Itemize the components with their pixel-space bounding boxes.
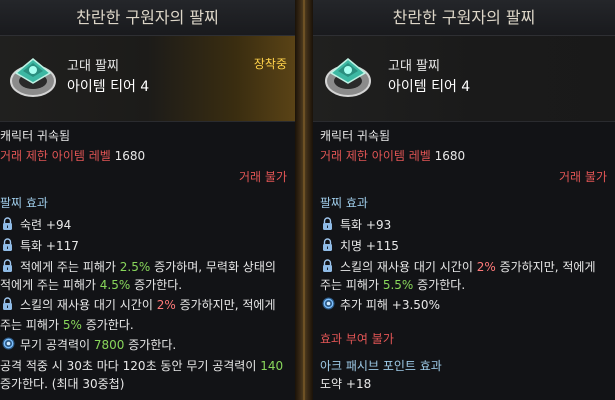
lock-icon <box>322 259 333 272</box>
effect-line: 치명 +115 <box>340 239 399 253</box>
effect-line: 무기 공격력이 7800 증가한다. <box>20 336 176 353</box>
effect-text: 증가한다. <box>130 278 183 292</box>
effect-line-continued: 주는 피해가 5.5% 증가한다. <box>320 276 465 293</box>
lock-icon <box>2 259 13 272</box>
effect-value: 2% <box>156 298 176 312</box>
effect-line-continued: 적에게 주는 피해가 4.5% 증가한다. <box>0 276 182 293</box>
effect-text: 적에게 주는 피해가 <box>0 278 100 292</box>
item-grade: 고대 팔찌 <box>67 59 119 74</box>
item-tier: 아이템 티어 4 <box>67 79 150 95</box>
lock-icon <box>2 217 13 230</box>
effect-value: 2.5% <box>119 260 151 274</box>
effect-line: 특화 +93 <box>340 218 392 232</box>
effect-text: 증가한다. <box>413 278 466 292</box>
gem-icon <box>2 337 15 350</box>
effect-value: 5.5% <box>382 278 414 292</box>
bracelet-icon <box>6 47 61 102</box>
effect-text: 주는 피해가 <box>320 278 383 292</box>
effect-text: 주는 피해가 <box>0 318 63 332</box>
item-title: 찬란한 구원자의 팔찌 <box>0 0 295 36</box>
effect-value: 4.5% <box>99 278 131 292</box>
effect-text: 증가하지만, 적에게 <box>175 298 276 312</box>
lock-icon <box>2 238 13 251</box>
trade-status: 거래 불가 <box>559 170 607 184</box>
effect-text: 무기 공격력이 <box>20 338 94 352</box>
trade-status: 거래 불가 <box>239 170 287 184</box>
effect-value: 140 <box>260 359 284 373</box>
effect-line: 적에게 주는 피해가 2.5% 증가하며, 무력화 상태의 <box>20 258 276 275</box>
lock-icon <box>322 217 333 230</box>
panel-divider-line <box>303 0 305 400</box>
effect-text: 증가한다. <box>124 338 177 352</box>
item-summary: 고대 팔찌 아이템 티어 4 장착중 <box>0 36 295 122</box>
section-bracelet-effect: 팔찌 효과 <box>320 196 368 210</box>
effect-text: 공격 적중 시 30초 마다 120초 동안 무기 공격력이 <box>0 359 261 373</box>
item-summary: 고대 팔찌 아이템 티어 4 <box>313 36 615 122</box>
effect-value: 2% <box>476 260 496 274</box>
trade-limit-label: 거래 제한 아이템 레벨 <box>320 149 431 163</box>
lock-icon <box>2 297 13 310</box>
trade-limit: 거래 제한 아이템 레벨 1680 <box>0 147 145 164</box>
bracelet-icon <box>321 47 376 102</box>
equipped-badge: 장착중 <box>253 57 287 71</box>
bound-text: 캐릭터 귀속됨 <box>320 129 391 143</box>
effect-value: 7800 <box>93 338 125 352</box>
effect-value: 5% <box>62 318 82 332</box>
section-ark-passive: 아크 패시브 포인트 효과 <box>320 359 442 373</box>
trade-limit-value: 1680 <box>434 149 466 163</box>
effect-line: 특화 +117 <box>20 239 79 253</box>
lock-icon <box>322 238 333 251</box>
tooltip-right: 찬란한 구원자의 팔찌 고대 팔찌 아이템 티어 4 캐릭터 귀속됨 거래 제한… <box>313 0 615 400</box>
effect-line-continued: 주는 피해가 5% 증가한다. <box>0 316 134 333</box>
effect-line: 추가 피해 +3.50% <box>340 298 440 312</box>
effect-line: 숙련 +94 <box>20 218 72 232</box>
item-title: 찬란한 구원자의 팔찌 <box>313 0 615 36</box>
tooltip-left: 찬란한 구원자의 팔찌 고대 팔찌 아이템 티어 4 장착중 캐릭터 귀속됨 거… <box>0 0 295 400</box>
item-tier: 아이템 티어 4 <box>388 79 471 95</box>
effect-line: 스킬의 재사용 대기 시간이 2% 증가하지만, 적에게 <box>20 296 276 313</box>
effect-text: 증가하며, 무력화 상태의 <box>150 260 276 274</box>
gem-icon <box>322 297 335 310</box>
effect-text: 스킬의 재사용 대기 시간이 <box>20 298 157 312</box>
item-grade: 고대 팔찌 <box>388 59 440 74</box>
trade-limit-value: 1680 <box>114 149 146 163</box>
trade-limit-label: 거래 제한 아이템 레벨 <box>0 149 111 163</box>
bound-text: 캐릭터 귀속됨 <box>0 129 71 143</box>
effect-line: 스킬의 재사용 대기 시간이 2% 증가하지만, 적에게 <box>340 258 596 275</box>
extra-effect-continued: 증가한다. (최대 30중첩) <box>0 377 125 391</box>
effect-text: 증가한다. <box>81 318 134 332</box>
no-effect-grant: 효과 부여 불가 <box>320 332 394 346</box>
effect-text: 스킬의 재사용 대기 시간이 <box>340 260 477 274</box>
extra-effect: 공격 적중 시 30초 마다 120초 동안 무기 공격력이 140 <box>0 357 283 374</box>
ark-passive-value: 도약 +18 <box>320 377 372 391</box>
effect-text: 증가하지만, 적에게 <box>495 260 596 274</box>
section-bracelet-effect: 팔찌 효과 <box>0 196 48 210</box>
effect-text: 적에게 주는 피해가 <box>20 260 120 274</box>
trade-limit: 거래 제한 아이템 레벨 1680 <box>320 147 465 164</box>
